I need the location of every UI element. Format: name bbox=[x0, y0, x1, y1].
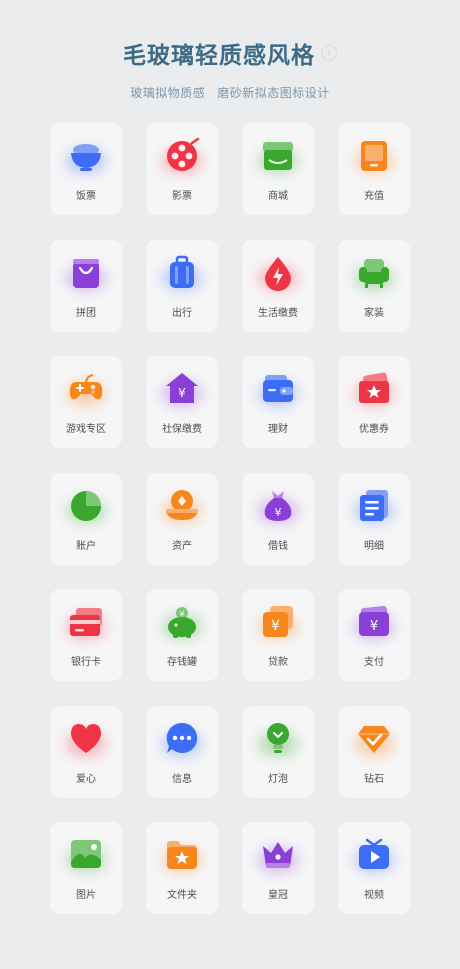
chat-bubble-icon bbox=[164, 720, 200, 758]
icon-label: 存钱罐 bbox=[167, 657, 197, 668]
house-yuan-icon: ¥ bbox=[164, 370, 200, 408]
svg-text:¥: ¥ bbox=[275, 506, 282, 519]
svg-text:¥: ¥ bbox=[370, 619, 378, 634]
icon-label: 银行卡 bbox=[71, 657, 101, 668]
coupon-star-icon bbox=[356, 370, 392, 408]
coin-tray-icon bbox=[164, 487, 200, 525]
pie-chart-icon bbox=[68, 487, 104, 525]
icon-label: 影票 bbox=[172, 191, 192, 202]
heart-icon bbox=[68, 720, 104, 758]
gamepad-icon bbox=[68, 370, 104, 408]
icon-tile-document-list[interactable]: 明细 bbox=[338, 472, 410, 565]
icon-label: 爱心 bbox=[76, 773, 96, 785]
icon-label: 灯泡 bbox=[268, 773, 288, 785]
money-bag-icon: ¥ bbox=[260, 487, 296, 525]
icon-tile-coin-tray[interactable]: 资产 bbox=[146, 472, 218, 565]
icon-label: 借钱 bbox=[268, 540, 288, 552]
picture-icon bbox=[68, 836, 104, 874]
page-subtitle: 玻璃拟物质感 磨砂新拟态图标设计 bbox=[0, 84, 460, 101]
icon-tile-suitcase[interactable]: 出行 bbox=[146, 239, 218, 332]
icon-label: 社保缴费 bbox=[162, 424, 202, 435]
title-row: 毛玻璃轻质感风格 ! bbox=[123, 36, 337, 70]
piggy-bank-icon: ¥ bbox=[164, 603, 200, 641]
light-bulb-icon bbox=[260, 720, 296, 758]
icon-label: 优惠券 bbox=[359, 424, 389, 435]
page-header: 毛玻璃轻质感风格 ! 玻璃拟物质感 磨砂新拟态图标设计 bbox=[0, 36, 460, 101]
electricity-drop-icon bbox=[260, 254, 296, 292]
icon-grid: 饭票 影票 商城 充值 拼团 出行 生活缴费 家装 游戏专区 ¥ 社保缴费 理财… bbox=[50, 123, 410, 914]
svg-text:¥: ¥ bbox=[271, 618, 280, 634]
icon-tile-gamepad[interactable]: 游戏专区 bbox=[50, 356, 122, 448]
info-badge-icon: ! bbox=[321, 45, 337, 61]
icon-label: 充值 bbox=[364, 191, 384, 202]
sofa-icon bbox=[356, 254, 392, 292]
shop-icon bbox=[260, 137, 296, 175]
svg-text:¥: ¥ bbox=[178, 386, 186, 400]
payment-yuan-icon: ¥ bbox=[356, 603, 392, 641]
icon-tile-bank-card[interactable]: 银行卡 bbox=[50, 589, 122, 681]
icon-label: 信息 bbox=[172, 773, 192, 785]
icon-label: 贷款 bbox=[268, 657, 288, 668]
icon-tile-heart[interactable]: 爱心 bbox=[50, 705, 122, 798]
icon-label: 资产 bbox=[172, 540, 192, 552]
icon-label: 钻石 bbox=[364, 773, 384, 785]
icon-label: 生活缴费 bbox=[258, 307, 298, 319]
page-title: 毛玻璃轻质感风格 bbox=[123, 43, 315, 69]
icon-tile-shopping-bag[interactable]: 拼团 bbox=[50, 239, 122, 332]
icon-label: 拼团 bbox=[76, 307, 96, 319]
wallet-icon bbox=[260, 370, 296, 408]
folder-star-icon bbox=[164, 836, 200, 874]
crown-icon bbox=[260, 836, 296, 874]
icon-tile-pie-chart[interactable]: 账户 bbox=[50, 472, 122, 565]
shopping-bag-icon bbox=[68, 254, 104, 292]
icon-label: 饭票 bbox=[76, 191, 96, 202]
icon-tile-folder-star[interactable]: 文件夹 bbox=[146, 822, 218, 914]
icon-tile-wallet[interactable]: 理财 bbox=[242, 356, 314, 448]
icon-tile-picture[interactable]: 图片 bbox=[50, 822, 122, 914]
icon-label: 家装 bbox=[364, 307, 384, 319]
subtitle-part-1: 玻璃拟物质感 bbox=[130, 86, 206, 100]
icon-tile-diamond[interactable]: 钻石 bbox=[338, 705, 410, 798]
icon-label: 图片 bbox=[76, 890, 96, 901]
icon-tile-crown[interactable]: 皇冠 bbox=[242, 822, 314, 914]
icon-tile-coupon-star[interactable]: 优惠券 bbox=[338, 356, 410, 448]
icon-label: 游戏专区 bbox=[66, 424, 106, 435]
icon-label: 账户 bbox=[76, 540, 96, 552]
icon-tile-film-reel[interactable]: 影票 bbox=[146, 123, 218, 215]
icon-label: 支付 bbox=[364, 657, 384, 668]
rice-bowl-icon bbox=[68, 137, 104, 175]
subtitle-part-2: 磨砂新拟态图标设计 bbox=[217, 86, 330, 100]
icon-tile-light-bulb[interactable]: 灯泡 bbox=[242, 705, 314, 798]
icon-tile-piggy-bank[interactable]: ¥ 存钱罐 bbox=[146, 589, 218, 681]
icon-tile-loan-yuan[interactable]: ¥ 贷款 bbox=[242, 589, 314, 681]
diamond-icon bbox=[356, 720, 392, 758]
icon-label: 文件夹 bbox=[167, 890, 197, 901]
icon-tile-tablet[interactable]: 充值 bbox=[338, 123, 410, 215]
icon-label: 商城 bbox=[268, 191, 288, 202]
icon-label: 出行 bbox=[172, 307, 192, 319]
icon-tile-chat-bubble[interactable]: 信息 bbox=[146, 705, 218, 798]
icon-tile-house-yuan[interactable]: ¥ 社保缴费 bbox=[146, 356, 218, 448]
video-play-icon bbox=[356, 836, 392, 874]
document-list-icon bbox=[356, 487, 392, 525]
icon-tile-rice-bowl[interactable]: 饭票 bbox=[50, 123, 122, 215]
icon-label: 皇冠 bbox=[268, 890, 288, 901]
suitcase-icon bbox=[164, 254, 200, 292]
icon-tile-electricity-drop[interactable]: 生活缴费 bbox=[242, 239, 314, 332]
icon-tile-shop[interactable]: 商城 bbox=[242, 123, 314, 215]
icon-tile-money-bag[interactable]: ¥ 借钱 bbox=[242, 472, 314, 565]
icon-tile-video-play[interactable]: 视频 bbox=[338, 822, 410, 914]
icon-label: 视频 bbox=[364, 890, 384, 901]
loan-yuan-icon: ¥ bbox=[260, 603, 296, 641]
icon-label: 明细 bbox=[364, 540, 384, 552]
icon-tile-payment-yuan[interactable]: ¥ 支付 bbox=[338, 589, 410, 681]
tablet-icon bbox=[356, 137, 392, 175]
icon-label: 理财 bbox=[268, 424, 288, 435]
bank-card-icon bbox=[68, 603, 104, 641]
film-reel-icon bbox=[164, 137, 200, 175]
icon-tile-sofa[interactable]: 家装 bbox=[338, 239, 410, 332]
